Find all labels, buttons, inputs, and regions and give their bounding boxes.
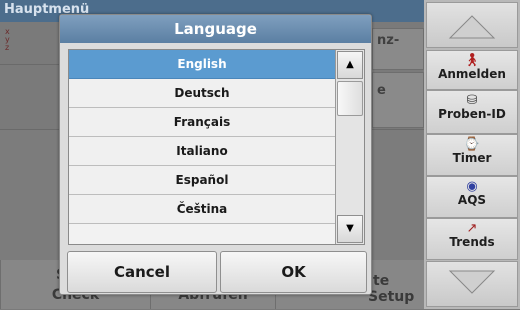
cancel-button[interactable]: Cancel (67, 251, 217, 293)
language-list: English Deutsch Français Italiano Españo… (68, 49, 365, 245)
up-arrow-icon (448, 15, 496, 39)
aqs-icon: ◉ (466, 179, 478, 194)
anmelden-label: Anmelden (438, 67, 506, 81)
language-option-deutsch[interactable]: Deutsch (69, 79, 335, 108)
language-option-italiano[interactable]: Italiano (69, 137, 335, 166)
scroll-up-triangle-icon: ▲ (346, 59, 354, 70)
background-tile-top: nz- (372, 28, 424, 70)
background-tile-mid: e (372, 72, 424, 128)
timer-button[interactable]: ⌚ Timer (426, 134, 518, 176)
language-option-cestina[interactable]: Čeština (69, 195, 335, 224)
down-arrow-icon (448, 270, 496, 294)
ok-button[interactable]: OK (220, 251, 367, 293)
timer-label: Timer (452, 151, 492, 165)
language-option-english[interactable]: English (69, 50, 335, 79)
list-scroll-up-button[interactable]: ▲ (337, 51, 363, 79)
sample-vial-icon: ⛁ (466, 93, 478, 108)
list-scroll-thumb[interactable] (337, 81, 363, 116)
background-tile-mid-text: e (377, 83, 386, 98)
language-dialog: Language English Deutsch Français Italia… (59, 14, 372, 295)
scroll-up-button[interactable] (426, 2, 518, 48)
xyz-axis-icon: xyz (5, 27, 10, 52)
aqs-label: AQS (457, 193, 487, 207)
trends-chart-icon: ↗ (466, 221, 478, 236)
proben-id-button[interactable]: ⛁ Proben-ID (426, 90, 518, 134)
background-tile-top-text: nz- (377, 33, 400, 48)
trends-button[interactable]: ↗ Trends (426, 218, 518, 260)
scroll-down-triangle-icon: ▼ (346, 223, 354, 234)
language-option-espanol[interactable]: Español (69, 166, 335, 195)
person-icon: 🚶︎ (463, 53, 481, 68)
trends-label: Trends (449, 235, 495, 249)
timer-icon: ⌚ (463, 137, 481, 152)
list-scroll-down-button[interactable]: ▼ (337, 215, 363, 243)
list-scrollbar[interactable]: ▲ ▼ (335, 50, 364, 244)
language-option-francais[interactable]: Français (69, 108, 335, 137)
anmelden-button[interactable]: 🚶︎ Anmelden (426, 50, 518, 90)
scroll-down-button[interactable] (426, 261, 518, 307)
aqs-button[interactable]: ◉ AQS (426, 176, 518, 218)
dialog-title: Language (60, 15, 371, 43)
proben-id-label: Proben-ID (438, 107, 506, 121)
